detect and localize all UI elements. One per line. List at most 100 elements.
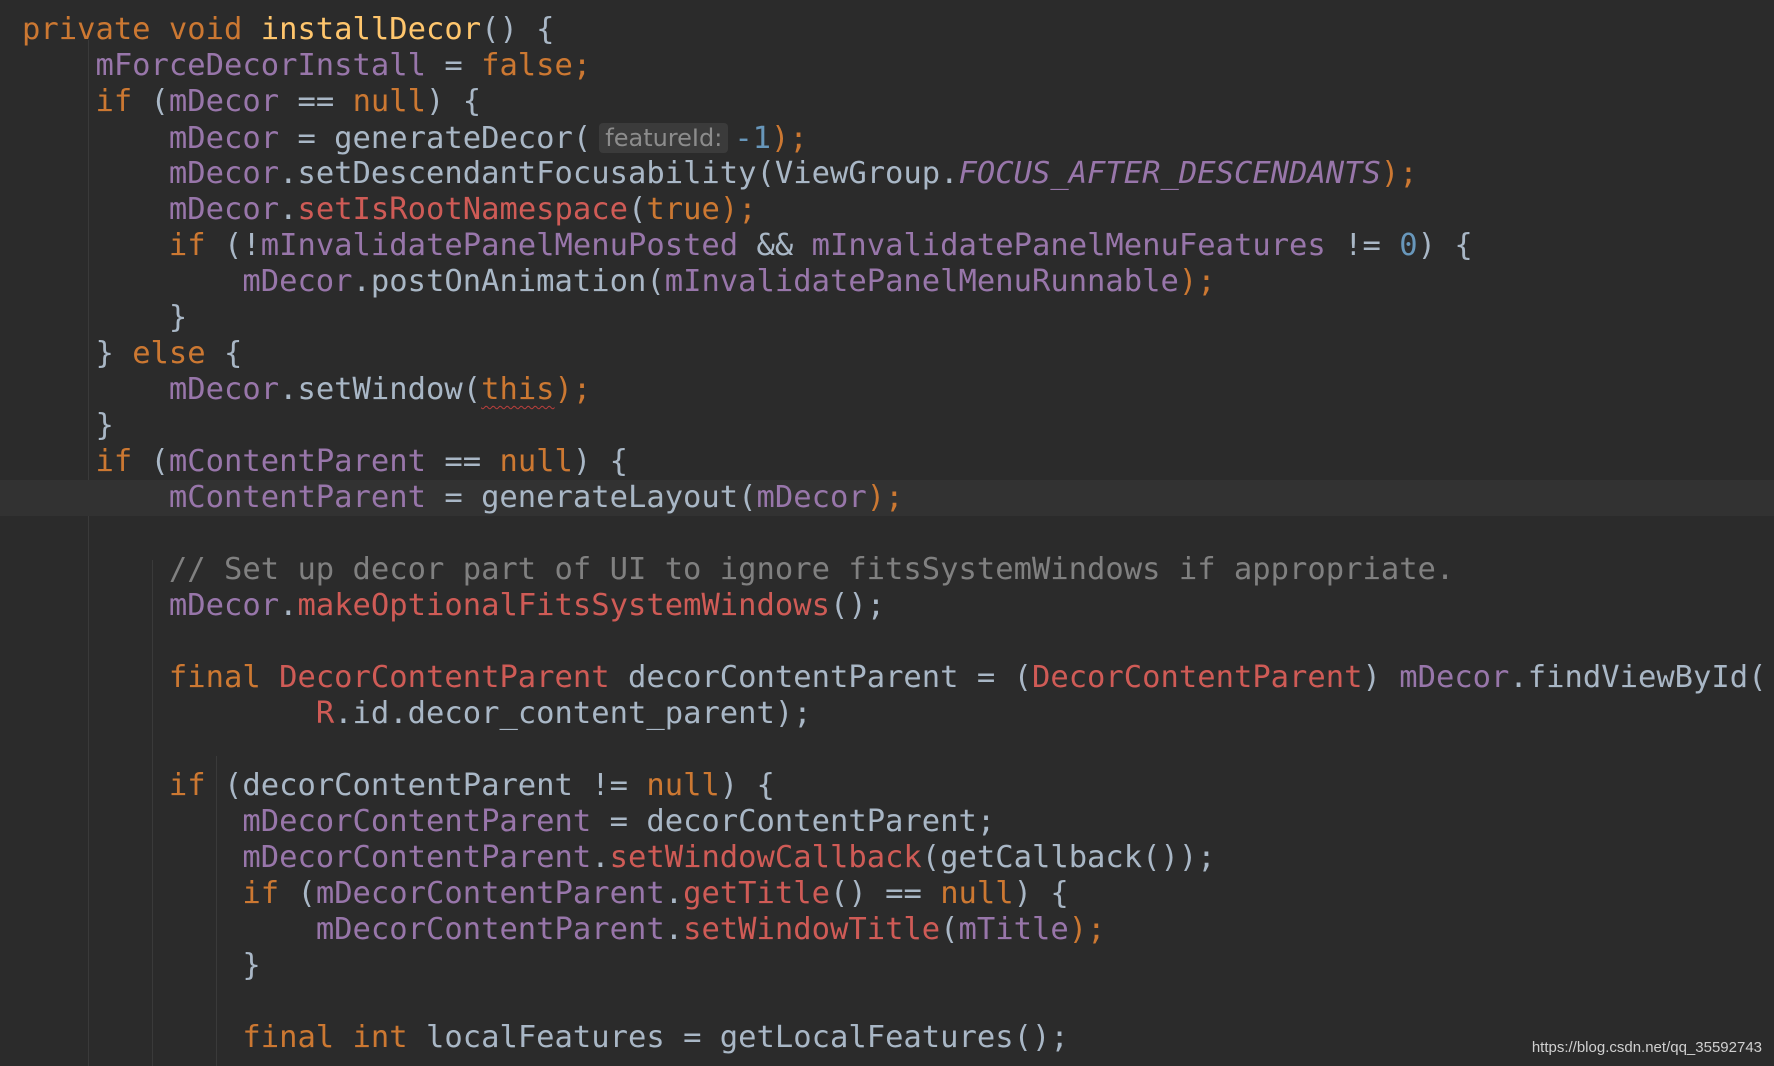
code-token: private void — [22, 12, 261, 47]
code-token: ( — [150, 84, 169, 119]
code-line[interactable] — [0, 732, 1774, 768]
code-token: () == — [830, 876, 941, 911]
code-token: mDecor — [168, 84, 280, 119]
code-line[interactable]: mDecor.setIsRootNamespace(true); — [0, 192, 1774, 228]
code-line[interactable]: mForceDecorInstall = false; — [0, 48, 1774, 84]
code-token: .setDescendantFocusability(ViewGroup. — [279, 156, 959, 191]
code-token: ); — [771, 121, 808, 156]
code-token: ) { — [426, 84, 482, 119]
code-line[interactable]: } — [0, 408, 1774, 444]
code-line[interactable]: // Set up decor part of UI to ignore fit… — [0, 552, 1774, 588]
code-line[interactable]: } else { — [0, 336, 1774, 372]
code-token: == — [279, 84, 353, 119]
code-token: } — [22, 948, 261, 983]
code-token: -1 — [734, 121, 772, 156]
code-token: this — [481, 372, 555, 407]
code-token: 0 — [1399, 228, 1418, 263]
code-token: . — [664, 912, 684, 947]
code-line[interactable]: mDecorContentParent.setWindowCallback(ge… — [0, 840, 1774, 876]
code-token: makeOptionalFitsSystemWindows — [297, 588, 830, 623]
code-token: mDecorContentParent — [242, 840, 592, 875]
code-line[interactable]: if (!mInvalidatePanelMenuPosted && mInva… — [0, 228, 1774, 264]
code-token: ( — [628, 192, 647, 227]
code-token: ( — [297, 876, 316, 911]
code-token: . — [591, 840, 610, 875]
code-line[interactable]: if (decorContentParent != null) { — [0, 768, 1774, 804]
code-token: { — [205, 336, 243, 371]
code-token: ) { — [572, 444, 628, 479]
code-token: setWindowTitle — [683, 912, 941, 947]
code-token: (); — [829, 588, 886, 623]
code-line[interactable] — [0, 516, 1774, 552]
code-line[interactable]: final DecorContentParent decorContentPar… — [0, 660, 1774, 696]
code-token: ); — [1068, 912, 1106, 947]
code-token: .findViewById( — [1509, 660, 1767, 695]
code-token: . — [664, 876, 684, 911]
code-token: .id.decor_content_parent); — [334, 696, 812, 731]
code-token: } — [22, 408, 114, 443]
code-token: null — [352, 84, 427, 119]
code-line[interactable] — [0, 984, 1774, 1020]
code-area[interactable]: private void installDecor() { mForceDeco… — [0, 12, 1774, 1056]
code-token: = — [425, 48, 482, 83]
code-token: else — [132, 336, 206, 371]
code-line[interactable]: } — [0, 948, 1774, 984]
code-line[interactable]: mDecorContentParent.setWindowTitle(mTitl… — [0, 912, 1774, 948]
code-line[interactable]: mDecor.postOnAnimation(mInvalidatePanelM… — [0, 264, 1774, 300]
code-token: decorContentParent = ( — [609, 660, 1032, 695]
code-line[interactable]: if (mDecorContentParent.getTitle() == nu… — [0, 876, 1774, 912]
code-token: setIsRootNamespace — [297, 192, 628, 227]
code-line[interactable]: private void installDecor() { — [0, 12, 1774, 48]
code-token: .postOnAnimation( — [352, 264, 665, 299]
code-token: && — [738, 228, 812, 263]
code-token: mContentParent — [168, 444, 426, 479]
code-token: mDecorContentParent — [242, 804, 592, 839]
code-token: null — [646, 768, 720, 803]
code-token: if — [242, 876, 298, 911]
code-line[interactable]: } — [0, 300, 1774, 336]
code-token: mDecor — [168, 156, 280, 191]
code-line[interactable]: mDecorContentParent = decorContentParent… — [0, 804, 1774, 840]
code-line[interactable] — [0, 624, 1774, 660]
code-line[interactable]: mDecor = generateDecor(featureId: -1); — [0, 120, 1774, 156]
code-token: mDecor — [168, 372, 280, 407]
code-line[interactable]: final int localFeatures = getLocalFeatur… — [0, 1020, 1774, 1056]
code-token: (! — [224, 228, 261, 263]
code-editor[interactable]: private void installDecor() { mForceDeco… — [0, 0, 1774, 1066]
code-token: mDecor — [242, 264, 353, 299]
code-line[interactable]: if (mContentParent == null) { — [0, 444, 1774, 480]
code-token: mForceDecorInstall — [95, 48, 426, 83]
parameter-hint: featureId: — [599, 123, 729, 153]
code-token: ); — [554, 372, 592, 407]
code-token: int — [352, 1020, 426, 1055]
code-token: .setWindow( — [279, 372, 482, 407]
code-token: mDecor — [168, 588, 280, 623]
code-token: mInvalidatePanelMenuPosted — [260, 228, 739, 263]
code-token: if — [168, 228, 224, 263]
code-line[interactable]: if (mDecor == null) { — [0, 84, 1774, 120]
code-token: mDecorContentParent — [315, 876, 665, 911]
code-token: ( — [940, 912, 959, 947]
code-line[interactable]: mDecor.setWindow(this); — [0, 372, 1774, 408]
code-token: ); — [719, 192, 757, 227]
code-token: (getCallback()); — [921, 840, 1216, 875]
code-token: } — [22, 300, 188, 335]
code-token: final — [242, 1020, 353, 1055]
code-token: ) — [1362, 660, 1400, 695]
code-line[interactable]: mDecor.makeOptionalFitsSystemWindows(); — [0, 588, 1774, 624]
code-token: != — [1325, 228, 1400, 263]
code-line[interactable]: R.id.decor_content_parent); — [0, 696, 1774, 732]
code-token: setWindowCallback — [609, 840, 922, 875]
code-line[interactable]: mDecor.setDescendantFocusability(ViewGro… — [0, 156, 1774, 192]
code-line[interactable]: mContentParent = generateLayout(mDecor); — [0, 480, 1774, 516]
